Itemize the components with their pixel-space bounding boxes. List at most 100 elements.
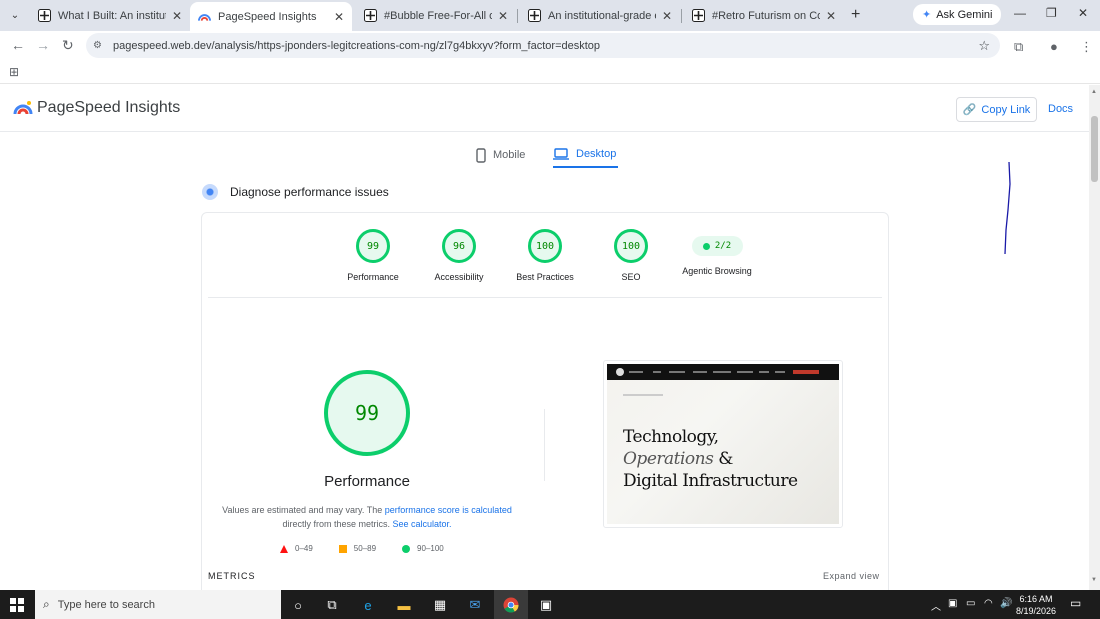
scroll-down-icon[interactable]: ▼ <box>1091 577 1097 583</box>
file-explorer-icon[interactable]: ▬ <box>394 595 414 615</box>
performance-big-label: Performance <box>324 473 410 490</box>
browser-toolbar: ← → ↻ ⚙ pagespeed.web.dev/analysis/https… <box>0 31 1100 60</box>
tray-app-icon[interactable]: ▣ <box>948 598 957 609</box>
browser-tab[interactable]: What I Built: An institutional-g ✕ <box>30 4 190 27</box>
task-view-icon[interactable]: ⧉ <box>322 595 342 615</box>
tab-close-icon[interactable]: ✕ <box>662 9 672 23</box>
contra-favicon-icon <box>692 9 705 22</box>
clock-date: 8/19/2026 <box>1016 606 1057 616</box>
page-screenshot-thumbnail: Technology, Operations & Digital Infrast… <box>603 360 843 528</box>
site-info-icon[interactable]: ⚙ <box>93 40 107 51</box>
browser-tab[interactable]: #Retro Futurism on Contra ✕ <box>684 4 844 27</box>
gauge-performance[interactable]: 99 Performance <box>333 229 413 282</box>
page-scrollbar[interactable]: ▲ ▼ <box>1089 85 1100 590</box>
see-calculator-link[interactable]: See calculator. <box>393 519 452 529</box>
vertical-divider <box>544 409 545 481</box>
browser-tab[interactable]: #Bubble Free-For-All on Contr ✕ <box>356 4 516 27</box>
scroll-up-icon[interactable]: ▲ <box>1091 89 1097 95</box>
microsoft-store-icon[interactable]: ▦ <box>430 595 450 615</box>
tab-close-icon[interactable]: ✕ <box>826 9 836 23</box>
bookmarks-bar: ⊞ <box>0 60 1100 84</box>
address-bar[interactable]: ⚙ pagespeed.web.dev/analysis/https-jpond… <box>86 33 1000 58</box>
tab-close-icon[interactable]: ✕ <box>172 9 182 23</box>
tray-chevron-icon[interactable]: ︿ <box>931 598 941 613</box>
tab-desktop[interactable]: Desktop <box>553 142 619 168</box>
gauge-best-practices[interactable]: 100 Best Practices <box>505 229 585 282</box>
pagespeed-page: PageSpeed Insights 🔗 Copy Link Docs Mobi… <box>0 85 1089 590</box>
profile-avatar-icon[interactable]: ● <box>1050 39 1058 54</box>
contra-favicon-icon <box>364 9 377 22</box>
tab-mobile[interactable]: Mobile <box>476 142 525 168</box>
gauge-agentic-browsing[interactable]: 2/2 Agentic Browsing <box>677 229 757 276</box>
battery-icon[interactable]: ▭ <box>966 598 975 609</box>
cortana-icon[interactable]: ○ <box>288 595 308 615</box>
tab-title: An institutional-grade executi <box>548 9 656 22</box>
address-url[interactable]: pagespeed.web.dev/analysis/https-jponder… <box>113 40 600 52</box>
minimize-icon[interactable]: — <box>1014 6 1026 20</box>
app-icon[interactable]: ▣ <box>536 595 556 615</box>
expand-view-button[interactable]: Expand view <box>823 571 880 581</box>
browser-tab-active[interactable]: PageSpeed Insights ✕ <box>190 2 352 31</box>
notification-icon[interactable]: ▭ <box>1070 596 1081 610</box>
windows-taskbar: ⌕ Type here to search ○ ⧉ e ▬ ▦ ✉ ▣ ︿ ▣ … <box>0 590 1100 619</box>
more-menu-icon[interactable]: ⋮ <box>1080 39 1093 55</box>
tab-title: What I Built: An institutional-g <box>58 9 166 22</box>
search-icon: ⌕ <box>43 597 50 611</box>
score-calculated-link[interactable]: performance score is calculated <box>385 505 512 515</box>
agentic-pill: 2/2 <box>691 236 743 256</box>
taskbar-clock[interactable]: 6:16 AM 8/19/2026 <box>1016 593 1056 617</box>
diagnose-title: Diagnose performance issues <box>230 185 389 199</box>
agentic-score: 2/2 <box>714 241 732 251</box>
back-arrow-icon[interactable]: ← <box>11 37 25 53</box>
browser-tab-strip: ⌄ What I Built: An institutional-g ✕ Pag… <box>0 0 1100 31</box>
tab-separator <box>517 9 518 23</box>
tab-close-icon[interactable]: ✕ <box>334 10 344 24</box>
volume-icon[interactable]: 🔊 <box>1000 598 1012 609</box>
taskbar-search[interactable]: ⌕ Type here to search <box>35 590 281 619</box>
copy-link-button[interactable]: 🔗 Copy Link <box>956 97 1037 122</box>
taskbar-search-placeholder: Type here to search <box>57 598 155 611</box>
ink-annotation <box>1004 161 1011 255</box>
estimate-text-2: directly from these metrics. <box>282 519 390 529</box>
close-window-icon[interactable]: ✕ <box>1078 6 1088 20</box>
tab-search-chevron-icon[interactable]: ⌄ <box>5 5 25 25</box>
gauge-score: 100 <box>614 229 648 263</box>
gauge-seo[interactable]: 100 SEO <box>591 229 671 282</box>
reload-icon[interactable]: ↻ <box>62 37 74 54</box>
ask-gemini-button[interactable]: ✦ Ask Gemini <box>913 4 1002 25</box>
wifi-icon[interactable]: ◠ <box>984 598 993 609</box>
browser-tab[interactable]: An institutional-grade executi ✕ <box>520 4 680 27</box>
screenshot-image: Technology, Operations & Digital Infrast… <box>607 364 839 524</box>
windows-start-icon[interactable] <box>10 598 24 612</box>
docs-link[interactable]: Docs <box>1048 103 1073 115</box>
tab-separator <box>681 9 682 23</box>
tab-desktop-label: Desktop <box>576 148 617 160</box>
forward-arrow-icon[interactable]: → <box>36 37 50 53</box>
tab-mobile-label: Mobile <box>493 149 526 161</box>
restore-icon[interactable]: ❐ <box>1046 6 1057 20</box>
apps-grid-icon[interactable]: ⊞ <box>9 65 19 79</box>
phone-icon <box>476 147 486 163</box>
scrollbar-thumb[interactable] <box>1091 116 1098 182</box>
new-tab-plus-icon[interactable]: + <box>851 6 860 24</box>
legend-range: 0–49 <box>295 544 313 553</box>
gauge-accessibility[interactable]: 96 Accessibility <box>419 229 499 282</box>
edge-icon[interactable]: e <box>358 595 378 615</box>
chrome-taskbar-icon[interactable] <box>494 590 528 619</box>
gauge-label: Performance <box>347 272 399 282</box>
legend-pass: 90–100 <box>402 544 444 553</box>
red-triangle-icon <box>280 544 288 553</box>
gauge-label: SEO <box>621 272 641 282</box>
gauge-label: Agentic Browsing <box>682 266 752 276</box>
tab-close-icon[interactable]: ✕ <box>498 9 508 23</box>
diagnose-dot-icon <box>202 184 218 200</box>
tab-title: #Bubble Free-For-All on Contr <box>384 9 492 22</box>
extensions-puzzle-icon[interactable]: ⧉ <box>1014 39 1023 55</box>
score-gauges: 99 Performance 96 Accessibility 100 Best… <box>202 229 888 293</box>
diagnose-heading: Diagnose performance issues <box>202 184 389 200</box>
legend-average: 50–89 <box>338 544 376 553</box>
bookmark-star-icon[interactable]: ☆ <box>978 38 990 54</box>
page-title[interactable]: PageSpeed Insights <box>37 99 180 117</box>
mail-icon[interactable]: ✉ <box>465 595 485 615</box>
legend-range: 90–100 <box>417 544 444 553</box>
